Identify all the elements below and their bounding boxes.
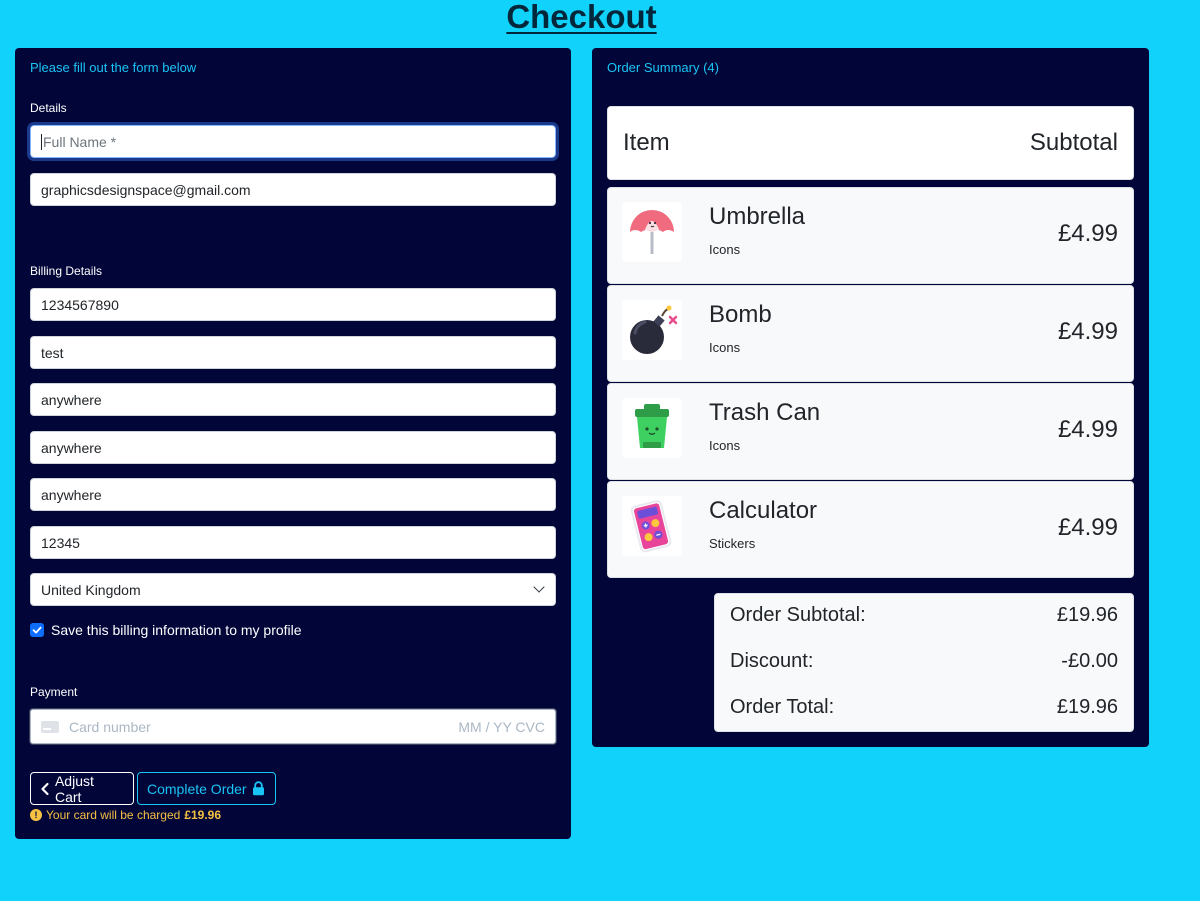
item-category: Icons — [709, 438, 741, 453]
order-summary-heading: Order Summary (4) — [607, 60, 719, 75]
order-summary-panel: Order Summary (4) Item Subtotal Umbrella… — [592, 48, 1149, 747]
adjust-cart-label: Adjust Cart — [54, 772, 94, 805]
item-name: Trash Can — [709, 399, 821, 426]
billing-postcode-value: 12345 — [41, 534, 80, 551]
umbrella-icon — [622, 202, 682, 262]
adjust-cart-button[interactable]: Adjust Cart — [30, 772, 134, 805]
order-subtotal-label: Order Subtotal: — [730, 604, 866, 626]
item-name: Bomb — [709, 301, 772, 328]
cart-item: Calculator Stickers £4.99 — [607, 481, 1134, 578]
warning-icon: ! — [30, 809, 42, 821]
calculator-icon — [622, 496, 682, 556]
billing-postcode-input[interactable]: 12345 — [30, 526, 556, 559]
form-heading: Please fill out the form below — [30, 60, 197, 75]
card-expiry-cvc-placeholder: MM / YY CVC — [458, 718, 545, 735]
save-billing-row: Save this billing information to my prof… — [30, 622, 302, 638]
item-price: £4.99 — [1057, 318, 1118, 345]
subtotal-column-header: Subtotal — [1029, 129, 1118, 156]
item-price: £4.99 — [1057, 416, 1118, 443]
order-total-row: Order Total: £19.96 — [730, 694, 1118, 740]
credit-card-icon — [41, 720, 59, 733]
complete-order-label: Complete Order — [147, 780, 247, 797]
item-price: £4.99 — [1057, 514, 1118, 541]
order-subtotal-value: £19.96 — [1056, 604, 1118, 626]
details-label: Details — [30, 101, 67, 115]
order-total-value: £19.96 — [1056, 696, 1118, 718]
item-column-header: Item — [623, 129, 670, 156]
trash-can-icon — [622, 398, 682, 458]
country-select-value: United Kingdom — [41, 581, 141, 598]
item-name: Calculator — [709, 497, 818, 524]
lock-icon — [252, 781, 264, 796]
text-caret — [41, 133, 42, 150]
item-price: £4.99 — [1057, 220, 1118, 247]
bomb-icon — [622, 300, 682, 360]
checkout-form-panel: Please fill out the form below Details F… — [15, 48, 571, 839]
charge-note-text: Your card will be charged — [46, 808, 181, 822]
email-value: graphicsdesignspace@gmail.com — [41, 181, 251, 198]
billing-phone-input[interactable]: 1234567890 — [30, 288, 556, 321]
item-category: Stickers — [709, 536, 756, 551]
discount-row: Discount: -£0.00 — [730, 648, 1118, 694]
order-totals: Order Subtotal: £19.96 Discount: -£0.00 … — [714, 593, 1134, 732]
billing-details-label: Billing Details — [30, 264, 103, 278]
checkmark-icon — [32, 626, 42, 634]
discount-value: -£0.00 — [1061, 650, 1118, 672]
full-name-placeholder: Full Name * — [43, 133, 117, 150]
discount-label: Discount: — [730, 650, 814, 672]
complete-order-button[interactable]: Complete Order — [137, 772, 276, 805]
item-category: Icons — [709, 242, 741, 257]
country-select[interactable]: United Kingdom — [30, 573, 556, 606]
card-number-placeholder: Card number — [69, 718, 151, 735]
billing-address-line1-value: anywhere — [41, 391, 102, 408]
payment-label: Payment — [30, 685, 78, 699]
billing-name-value: test — [41, 344, 64, 361]
billing-address-line2-value: anywhere — [41, 439, 102, 456]
billing-address-line1-input[interactable]: anywhere — [30, 383, 556, 416]
order-subtotal-row: Order Subtotal: £19.96 — [730, 602, 1118, 648]
billing-city-input[interactable]: anywhere — [30, 478, 556, 511]
charge-amount: £19.96 — [184, 808, 222, 822]
billing-phone-value: 1234567890 — [41, 296, 119, 313]
save-billing-label: Save this billing information to my prof… — [51, 622, 302, 638]
billing-city-value: anywhere — [41, 486, 102, 503]
chevron-down-icon — [533, 581, 545, 593]
cart-item: Umbrella Icons £4.99 — [607, 187, 1134, 284]
page-title: Checkout — [506, 0, 657, 35]
card-number-input[interactable]: Card number MM / YY CVC — [30, 709, 556, 744]
billing-address-line2-input[interactable]: anywhere — [30, 431, 556, 464]
billing-name-input[interactable]: test — [30, 336, 556, 369]
cart-item: Bomb Icons £4.99 — [607, 285, 1134, 382]
save-billing-checkbox[interactable] — [30, 623, 44, 637]
item-category: Icons — [709, 340, 741, 355]
charge-note: ! Your card will be charged £19.96 — [30, 808, 221, 822]
email-input[interactable]: graphicsdesignspace@gmail.com — [30, 173, 556, 206]
order-total-label: Order Total: — [730, 696, 835, 718]
cart-item: Trash Can Icons £4.99 — [607, 383, 1134, 480]
full-name-input[interactable]: Full Name * — [27, 122, 559, 161]
summary-table-header: Item Subtotal — [607, 106, 1134, 180]
chevron-left-icon — [41, 782, 49, 795]
item-name: Umbrella — [709, 203, 806, 230]
